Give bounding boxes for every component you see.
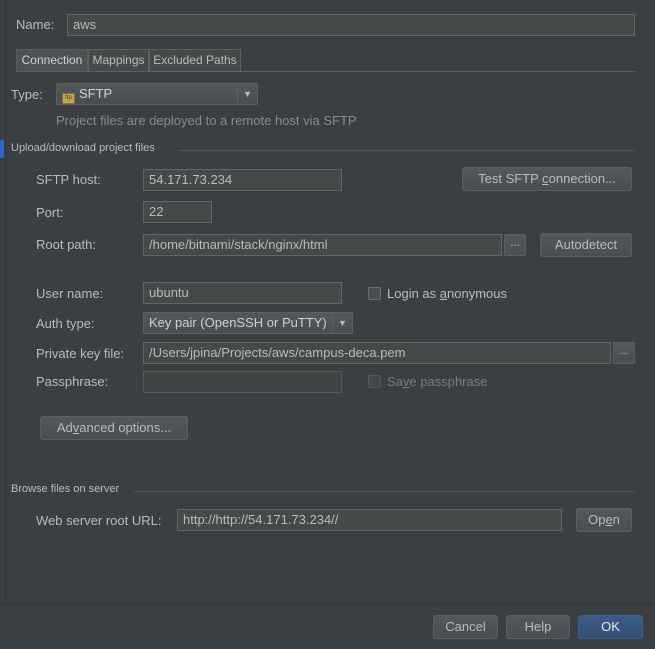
test-connection-text-b: onnection...: [548, 171, 616, 186]
private-key-browse-button[interactable]: ...: [613, 342, 635, 364]
name-label: Name:: [16, 17, 55, 32]
login-anonymous-mnemonic: a: [439, 286, 447, 301]
advanced-options-button[interactable]: Advanced options...: [40, 416, 188, 440]
open-text-b: n: [612, 512, 620, 527]
login-anonymous-text-b: nonymous: [447, 286, 507, 301]
auth-type-label: Auth type:: [36, 316, 95, 331]
tab-connection[interactable]: Connection: [16, 49, 88, 71]
type-label: Type:: [11, 87, 43, 102]
private-key-label: Private key file:: [36, 346, 125, 361]
cancel-button[interactable]: Cancel: [433, 615, 498, 639]
login-anonymous-checkbox[interactable]: [368, 287, 381, 300]
upload-section-title: Upload/download project files: [11, 142, 155, 154]
chevron-down-icon: ▼: [237, 84, 257, 104]
left-selection-marker: [0, 140, 4, 158]
web-root-label: Web server root URL:: [36, 513, 162, 528]
upload-section-divider: [178, 150, 635, 151]
test-connection-text-a: Test SFTP: [478, 171, 543, 186]
login-anonymous-label[interactable]: Login as anonymous: [387, 286, 507, 302]
chevron-down-icon: ▼: [332, 313, 352, 333]
name-field[interactable]: aws: [67, 14, 635, 36]
open-button[interactable]: Open: [576, 508, 632, 532]
browse-section-title: Browse files on server: [11, 483, 120, 495]
test-connection-button[interactable]: Test SFTP connection...: [462, 167, 632, 191]
passphrase-field[interactable]: [143, 371, 342, 393]
ok-button[interactable]: OK: [578, 615, 643, 639]
port-field[interactable]: 22: [143, 201, 212, 223]
private-key-field[interactable]: /Users/jpina/Projects/aws/campus-deca.pe…: [143, 342, 611, 364]
sftp-server-icon: ftp: [62, 93, 75, 104]
save-passphrase-text-b: e passphrase: [409, 374, 488, 389]
advanced-options-text-b: anced options...: [79, 420, 172, 435]
tab-mappings[interactable]: Mappings: [88, 49, 149, 71]
user-name-label: User name:: [36, 286, 104, 301]
save-passphrase-text-a: Sa: [387, 374, 403, 389]
left-panel-divider: [5, 0, 6, 600]
sftp-host-label: SFTP host:: [36, 172, 101, 187]
sftp-host-field[interactable]: 54.171.73.234: [143, 169, 342, 191]
save-passphrase-label[interactable]: Save passphrase: [387, 374, 487, 390]
login-anonymous-text-a: Login as: [387, 286, 440, 301]
auth-type-select[interactable]: Key pair (OpenSSH or PuTTY) ▼: [143, 312, 353, 334]
type-select-value: SFTP: [79, 86, 113, 101]
auth-type-value: Key pair (OpenSSH or PuTTY): [149, 315, 327, 330]
open-mnemonic: e: [605, 512, 613, 527]
open-text-a: Op: [588, 512, 606, 527]
autodetect-button[interactable]: Autodetect: [540, 233, 632, 257]
advanced-options-text-a: Ad: [56, 420, 73, 435]
browse-section-divider: [134, 491, 635, 492]
passphrase-label: Passphrase:: [36, 374, 109, 389]
root-path-browse-button[interactable]: ...: [504, 234, 526, 256]
type-hint: Project files are deployed to a remote h…: [56, 113, 357, 128]
root-path-label: Root path:: [36, 237, 96, 252]
type-select[interactable]: ftp SFTP ▼: [56, 83, 258, 105]
root-path-field[interactable]: /home/bitnami/stack/nginx/html: [143, 234, 502, 256]
footer-divider: [0, 603, 655, 604]
save-passphrase-checkbox[interactable]: [368, 375, 381, 388]
tab-excluded-paths[interactable]: Excluded Paths: [149, 49, 241, 71]
user-name-field[interactable]: ubuntu: [143, 282, 342, 304]
tab-underline: [16, 71, 635, 72]
web-root-field[interactable]: http://http://54.171.73.234//: [177, 509, 562, 531]
port-label: Port:: [36, 205, 64, 220]
help-button[interactable]: Help: [506, 615, 570, 639]
